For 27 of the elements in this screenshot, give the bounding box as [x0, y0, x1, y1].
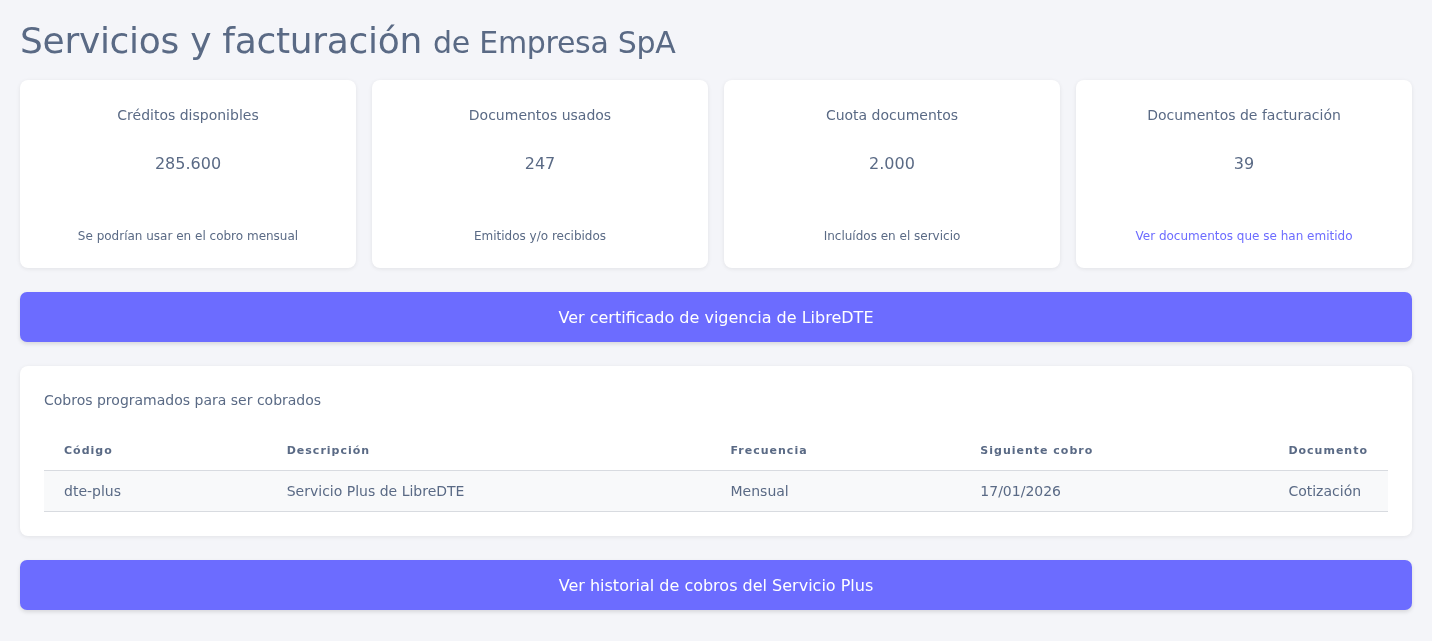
column-header: Frecuencia: [710, 444, 961, 471]
stat-note: Emitidos y/o recibidos: [473, 229, 607, 243]
column-header: Código: [44, 444, 267, 471]
table-cell: Servicio Plus de LibreDTE: [266, 470, 711, 512]
stat-label: Cuota documentos: [825, 106, 959, 125]
stat-note: Incluídos en el servicio: [823, 229, 961, 243]
documents-link[interactable]: Ver documentos que se han emitido: [1135, 229, 1353, 243]
stat-label: Documentos de facturación: [1147, 106, 1341, 125]
certificate-button[interactable]: Ver certificado de vigencia de LibreDTE: [20, 292, 1412, 342]
stat-note: Se podrían usar en el cobro mensual: [77, 229, 299, 243]
panel-title: Cobros programados para ser cobrados: [44, 391, 323, 410]
stat-label: Créditos disponibles: [117, 106, 259, 125]
column-header: Siguiente cobro: [960, 444, 1269, 471]
history-button[interactable]: Ver historial de cobros del Servicio Plus: [20, 560, 1412, 610]
table-cell: Mensual: [710, 470, 961, 512]
company-name: de Empresa SpA: [433, 25, 676, 60]
stat-label: Documentos usados: [468, 106, 612, 125]
table-cell: dte-plus: [44, 470, 267, 512]
stat-value: 2.000: [869, 153, 915, 175]
stat-value: 247: [524, 153, 556, 175]
table-cell: Cotización: [1268, 470, 1388, 512]
page-title: Servicios y facturación: [20, 20, 422, 61]
column-header: Documento: [1268, 444, 1388, 471]
table-cell: 17/01/2026: [960, 470, 1269, 512]
column-header: Descripción: [266, 444, 711, 471]
stat-value: 285.600: [154, 153, 222, 175]
stat-value: 39: [1233, 153, 1255, 175]
